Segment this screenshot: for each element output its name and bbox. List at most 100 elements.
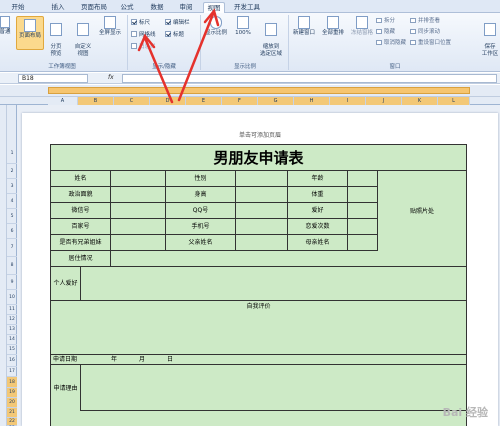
label-phone: 手机号	[166, 219, 236, 235]
column-header-k[interactable]: K	[402, 97, 438, 105]
sync-scroll-icon	[410, 29, 416, 34]
freeze-panes-button[interactable]: 冻结窗格	[348, 16, 376, 37]
row-header-5[interactable]: 5	[7, 209, 17, 224]
row-header-1[interactable]: 1	[7, 144, 17, 164]
tab-review[interactable]: 审阅	[175, 2, 197, 13]
tab-insert[interactable]: 插入	[46, 2, 70, 13]
row-header-11[interactable]: 11	[7, 305, 17, 315]
reset-position-icon	[410, 40, 416, 45]
new-window-button[interactable]: 新建窗口	[290, 16, 318, 37]
column-header-g[interactable]: G	[258, 97, 294, 105]
side-by-side-button[interactable]: 并排查看	[410, 18, 440, 25]
column-header-b[interactable]: B	[78, 97, 114, 105]
arrange-all-button[interactable]: 全部重排	[319, 16, 347, 37]
row-header-15[interactable]: 15	[7, 345, 17, 355]
column-header-a[interactable]: A	[48, 97, 78, 105]
value-residence[interactable]	[111, 251, 466, 267]
name-box[interactable]: B18	[18, 74, 88, 83]
normal-view-button[interactable]: 普通	[0, 16, 14, 36]
unhide-button[interactable]: 取消隐藏	[376, 40, 406, 47]
group-label-workbook-views: 工作簿视图	[48, 64, 76, 70]
fullscreen-button[interactable]: 全屏显示	[96, 16, 124, 37]
column-header-d[interactable]: D	[150, 97, 186, 105]
formula-input[interactable]	[122, 74, 497, 83]
headings-checkbox[interactable]: 标题	[165, 31, 184, 39]
value-siblings[interactable]	[111, 235, 166, 251]
row-header-17[interactable]: 17	[7, 367, 17, 377]
group-label-window: 窗口	[389, 64, 401, 70]
zoom-button[interactable]: 显示比例	[203, 16, 229, 37]
row-header-21[interactable]: 21	[7, 408, 17, 418]
tab-data[interactable]: 数据	[146, 2, 168, 13]
column-header-j[interactable]: J	[366, 97, 402, 105]
formula-bar-checkbox[interactable]: 编辑栏	[165, 19, 190, 27]
tab-home[interactable]: 开始	[6, 2, 30, 13]
label-height: 身高	[166, 187, 236, 203]
self-evaluation[interactable]: 自我评价	[51, 301, 466, 355]
value-id-number[interactable]	[111, 219, 166, 235]
formula-bar: B18 fx	[0, 73, 500, 84]
column-header-f[interactable]: F	[222, 97, 258, 105]
checkbox-checked-icon	[131, 19, 137, 25]
apply-date-row: 申请日期 年 月 日	[51, 355, 466, 365]
save-workspace-button[interactable]: 保存 工作区	[476, 16, 500, 58]
value-apply-reason[interactable]	[81, 365, 466, 411]
row-header-8[interactable]: 8	[7, 257, 17, 275]
row-header-2[interactable]: 2	[7, 164, 17, 179]
value-father-name[interactable]	[236, 235, 288, 251]
row-header-18[interactable]: 18	[7, 377, 17, 388]
value-gender[interactable]	[236, 171, 288, 187]
reset-window-position-button[interactable]: 重设窗口位置	[410, 40, 451, 47]
ruler-active-area	[48, 87, 470, 94]
side-by-side-icon	[410, 18, 416, 23]
value-name[interactable]	[111, 171, 166, 187]
value-wechat[interactable]	[111, 203, 166, 219]
row-header-4[interactable]: 4	[7, 194, 17, 209]
gridlines-checkbox[interactable]: 网格线	[131, 31, 156, 39]
value-hobby[interactable]	[348, 203, 378, 219]
value-political[interactable]	[111, 187, 166, 203]
value-height[interactable]	[236, 187, 288, 203]
page-layout-view-button[interactable]: 页面布局	[16, 16, 44, 50]
label-age: 年龄	[288, 171, 348, 187]
value-qq[interactable]	[236, 203, 288, 219]
fx-icon[interactable]: fx	[108, 74, 114, 81]
row-header-6[interactable]: 6	[7, 224, 17, 239]
group-label-zoom: 显示比例	[233, 64, 256, 70]
row-header-10[interactable]: 10	[7, 290, 17, 305]
row-header-12[interactable]: 12	[7, 315, 17, 325]
column-header-l[interactable]: L	[438, 97, 470, 105]
ruler-checkbox[interactable]: 标尺	[131, 19, 150, 27]
split-button[interactable]: 拆分	[376, 18, 395, 25]
header-hint[interactable]: 单击可添加页眉	[22, 130, 498, 139]
value-phone[interactable]	[236, 219, 288, 235]
value-mother-name[interactable]	[348, 235, 378, 251]
custom-views-button[interactable]: 自定义 视图	[70, 16, 96, 58]
row-header-19[interactable]: 19	[7, 388, 17, 398]
tab-page-layout[interactable]: 页面布局	[77, 2, 111, 13]
zoom-to-selection-button[interactable]: 缩放到 选定区域	[256, 16, 286, 58]
tab-formulas[interactable]: 公式	[117, 2, 137, 13]
column-header-i[interactable]: I	[330, 97, 366, 105]
new-window-icon	[298, 16, 310, 29]
row-header-13[interactable]: 13	[7, 325, 17, 335]
row-header-16[interactable]: 16	[7, 355, 17, 367]
zoom-100-button[interactable]: 100%	[232, 16, 254, 37]
row-header-7[interactable]: 7	[7, 239, 17, 257]
row-header-22[interactable]: 22	[7, 418, 17, 426]
hide-button[interactable]: 隐藏	[376, 29, 395, 36]
column-header-c[interactable]: C	[114, 97, 150, 105]
column-header-e[interactable]: E	[186, 97, 222, 105]
row-header-9[interactable]: 9	[7, 275, 17, 290]
row-header-14[interactable]: 14	[7, 335, 17, 345]
value-romance-count[interactable]	[348, 219, 378, 235]
tab-developer[interactable]: 开发工具	[232, 2, 262, 13]
value-age[interactable]	[348, 171, 378, 187]
column-header-h[interactable]: H	[294, 97, 330, 105]
value-personal-intro[interactable]	[81, 267, 466, 301]
value-weight[interactable]	[348, 187, 378, 203]
page-break-preview-button[interactable]: 分页 预览	[46, 16, 66, 58]
sync-scroll-button[interactable]: 同步滚动	[410, 29, 440, 36]
row-header-3[interactable]: 3	[7, 179, 17, 194]
row-header-20[interactable]: 20	[7, 398, 17, 408]
